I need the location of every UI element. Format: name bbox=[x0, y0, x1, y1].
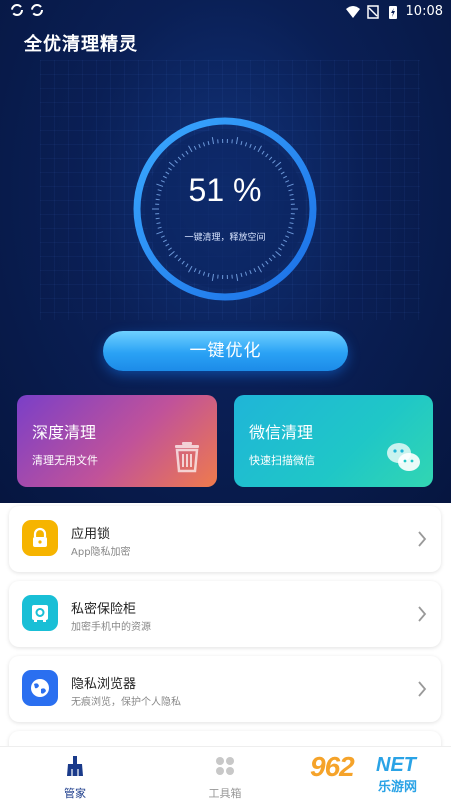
chevron-right-icon bbox=[417, 530, 427, 548]
gauge-ring bbox=[130, 114, 320, 304]
wechat-clean-card[interactable]: 微信清理 快速扫描微信 bbox=[234, 395, 433, 487]
list-item-private-browser[interactable]: 隐私浏览器 无痕浏览，保护个人隐私 bbox=[9, 656, 441, 722]
deep-clean-card[interactable]: 深度清理 清理无用文件 bbox=[17, 395, 217, 487]
grid-icon bbox=[215, 755, 235, 777]
wechat-clean-subtitle: 快速扫描微信 bbox=[249, 452, 315, 468]
wifi-icon bbox=[346, 5, 360, 19]
chevron-right-icon bbox=[417, 605, 427, 623]
tab-manager-label: 管家 bbox=[15, 785, 135, 801]
watermark-suffix: NET bbox=[376, 754, 416, 777]
gauge-subtitle: 一键清理，释放空间 bbox=[130, 230, 320, 243]
status-time: 10:08 bbox=[406, 4, 443, 19]
private-safe-subtitle: 加密手机中的资源 bbox=[71, 618, 151, 633]
site-watermark: 962 NET 乐游网 bbox=[308, 751, 443, 796]
private-safe-title: 私密保险柜 bbox=[71, 598, 136, 617]
safe-icon bbox=[22, 595, 58, 631]
app-title: 全优清理精灵 bbox=[24, 30, 138, 56]
tab-toolbox[interactable]: 工具箱 bbox=[165, 747, 285, 802]
gauge-percent: 51 % bbox=[130, 172, 320, 209]
usage-gauge: 51 % 一键清理，释放空间 bbox=[130, 114, 320, 304]
private-browser-title: 隐私浏览器 bbox=[71, 673, 136, 692]
trash-icon bbox=[169, 439, 205, 475]
list-item-app-lock[interactable]: 应用锁 App隐私加密 bbox=[9, 506, 441, 572]
battery-charging-icon bbox=[386, 5, 400, 19]
wechat-icon bbox=[385, 439, 421, 475]
deep-clean-title: 深度清理 bbox=[32, 419, 96, 443]
lock-icon bbox=[22, 520, 58, 556]
private-browser-subtitle: 无痕浏览，保护个人隐私 bbox=[71, 693, 181, 708]
chevron-right-icon bbox=[417, 680, 427, 698]
app-lock-title: 应用锁 bbox=[71, 523, 110, 542]
wechat-clean-title: 微信清理 bbox=[249, 419, 313, 443]
sync-icon bbox=[30, 3, 44, 17]
gauge-tick bbox=[156, 218, 160, 219]
status-bar: 10:08 bbox=[0, 0, 451, 24]
sync-icon bbox=[10, 3, 24, 17]
gauge-tick bbox=[290, 218, 294, 219]
optimize-button[interactable]: 一键优化 bbox=[103, 331, 348, 371]
deep-clean-subtitle: 清理无用文件 bbox=[32, 452, 98, 468]
broom-icon bbox=[65, 755, 85, 777]
watermark-number: 962 bbox=[310, 751, 354, 783]
watermark-chinese: 乐游网 bbox=[378, 776, 417, 795]
tab-manager[interactable]: 管家 bbox=[15, 747, 135, 802]
header-panel: 10:08 全优清理精灵 51 % 一键清理，释放空间 一键优化 深度清理 清理… bbox=[0, 0, 451, 503]
list-item-private-safe[interactable]: 私密保险柜 加密手机中的资源 bbox=[9, 581, 441, 647]
globe-icon bbox=[22, 670, 58, 706]
no-sim-icon bbox=[366, 5, 380, 19]
app-lock-subtitle: App隐私加密 bbox=[71, 543, 131, 558]
tab-toolbox-label: 工具箱 bbox=[165, 785, 285, 801]
